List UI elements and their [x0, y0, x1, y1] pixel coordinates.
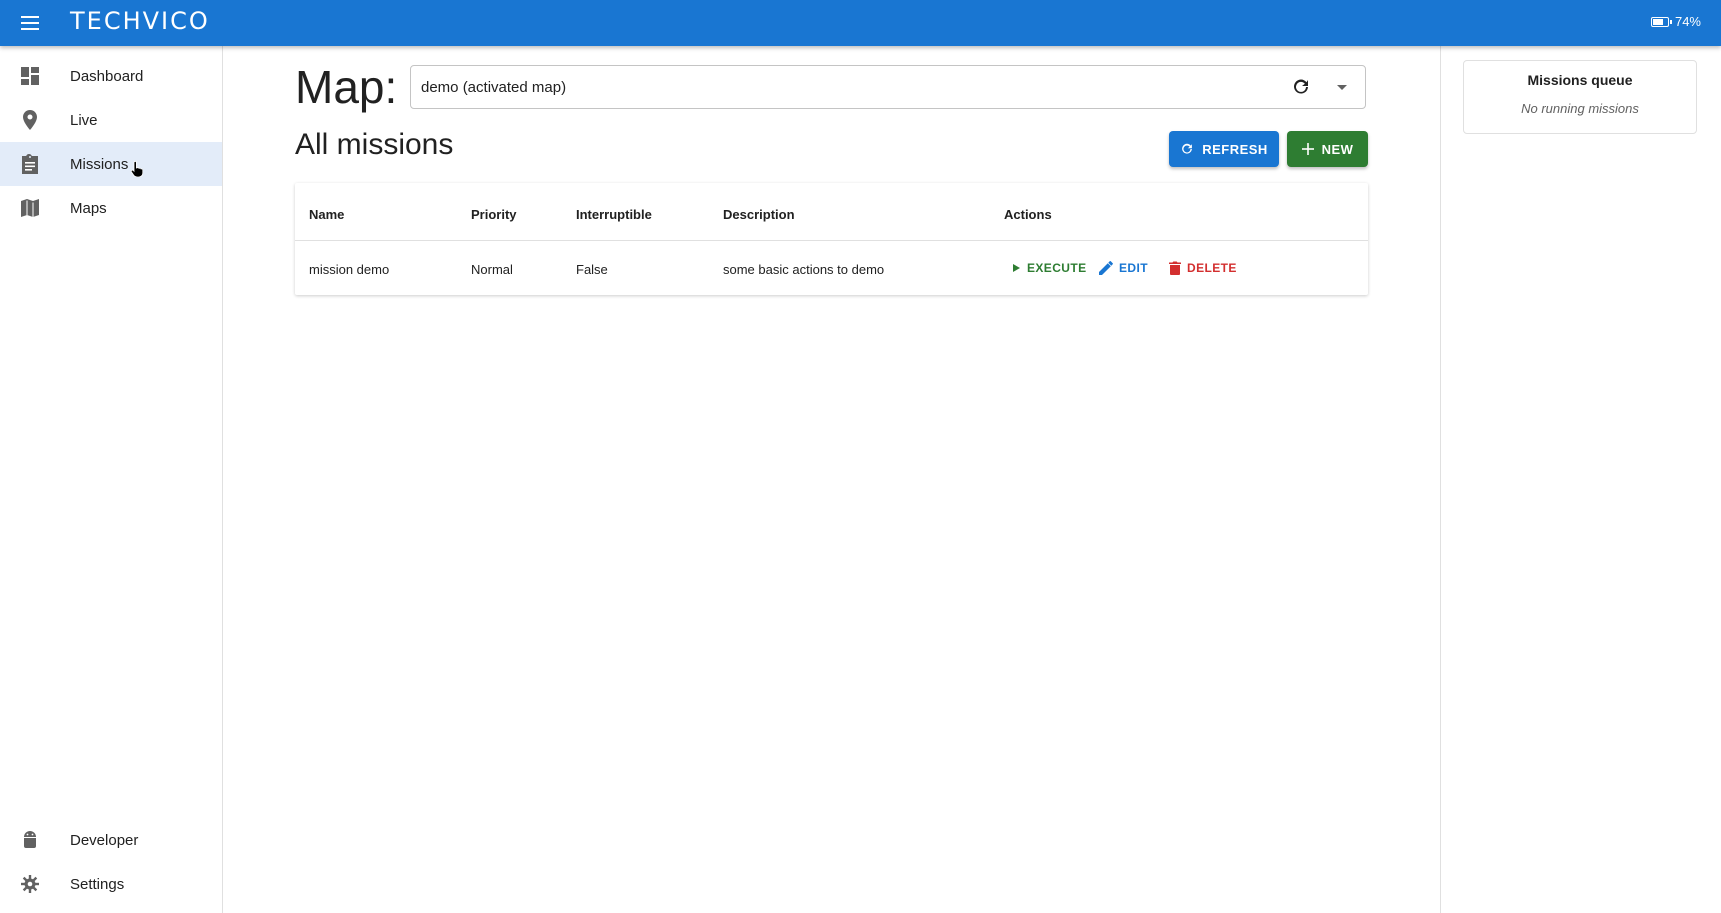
mission-description-cell: some basic actions to demo [723, 262, 885, 277]
column-header-interruptible[interactable]: Interruptible [576, 207, 652, 222]
new-mission-button[interactable]: NEW [1287, 131, 1368, 167]
main-content: Map: demo (activated map) All missions R… [223, 46, 1440, 913]
clipboard-icon [20, 154, 40, 174]
page-title: All missions [295, 128, 454, 161]
sidebar-item-dashboard[interactable]: Dashboard [0, 54, 222, 98]
battery-icon [1650, 16, 1672, 27]
battery-status: 74% [1650, 14, 1701, 29]
sidebar-item-label: Live [70, 111, 98, 129]
divider [295, 240, 1368, 241]
edit-label: EDIT [1119, 261, 1148, 275]
refresh-button[interactable]: REFRESH [1169, 131, 1279, 167]
app-logo: TECHVICO [70, 7, 210, 35]
column-header-actions: Actions [1004, 207, 1052, 222]
column-header-description[interactable]: Description [723, 207, 795, 222]
refresh-icon [1182, 143, 1193, 154]
map-select-value: demo (activated map) [421, 78, 567, 96]
mission-interruptible-cell: False [576, 262, 608, 277]
hand-cursor-icon [130, 160, 144, 178]
chevron-down-icon[interactable] [1337, 85, 1347, 90]
sidebar-item-live[interactable]: Live [0, 98, 222, 142]
sidebar-item-label: Developer [70, 831, 139, 849]
sidebar-item-label: Missions [70, 155, 129, 173]
column-header-name[interactable]: Name [309, 207, 344, 222]
missions-queue-empty-text: No running missions [1521, 101, 1639, 116]
sidebar-item-developer[interactable]: Developer [0, 818, 222, 862]
delete-button[interactable]: DELETE [1169, 256, 1237, 280]
map-icon [20, 198, 40, 218]
app-root: TECHVICO 74% Dashboard Live Missions Map… [0, 0, 1721, 913]
trash-icon [1169, 261, 1181, 275]
android-icon [20, 830, 40, 850]
gear-icon [20, 874, 40, 894]
sidebar: Dashboard Live Missions Maps Developer S… [0, 46, 223, 913]
refresh-button-label: REFRESH [1202, 141, 1268, 157]
missions-table: Name Priority Interruptible Description … [295, 183, 1368, 295]
plus-icon [1301, 143, 1314, 155]
top-app-bar: TECHVICO 74% [0, 0, 1721, 46]
sidebar-item-maps[interactable]: Maps [0, 186, 222, 230]
battery-level: 74% [1674, 14, 1701, 29]
map-label: Map: [295, 61, 398, 113]
dashboard-icon [20, 66, 40, 86]
play-icon [1013, 264, 1020, 272]
reload-map-icon[interactable] [1291, 77, 1311, 97]
missions-queue-panel: Missions queue No running missions [1463, 60, 1697, 134]
sidebar-item-settings[interactable]: Settings [0, 862, 222, 906]
mission-priority-cell: Normal [471, 262, 513, 277]
execute-label: EXECUTE [1027, 261, 1087, 275]
sidebar-item-label: Maps [70, 199, 107, 217]
edit-button[interactable]: EDIT [1099, 256, 1148, 280]
hamburger-menu-icon[interactable] [16, 11, 44, 35]
delete-label: DELETE [1187, 261, 1237, 275]
column-header-priority[interactable]: Priority [471, 207, 517, 222]
execute-button[interactable]: EXECUTE [1011, 256, 1086, 280]
sidebar-item-label: Dashboard [70, 67, 144, 85]
new-button-label: NEW [1321, 141, 1354, 157]
location-pin-icon [20, 110, 40, 130]
sidebar-item-missions[interactable]: Missions [0, 142, 222, 186]
pencil-icon [1099, 261, 1113, 275]
sidebar-item-label: Settings [70, 875, 125, 893]
missions-queue-title: Missions queue [1527, 72, 1633, 88]
map-select[interactable]: demo (activated map) [410, 65, 1366, 109]
mission-name-cell: mission demo [309, 262, 390, 277]
divider [1440, 46, 1441, 913]
